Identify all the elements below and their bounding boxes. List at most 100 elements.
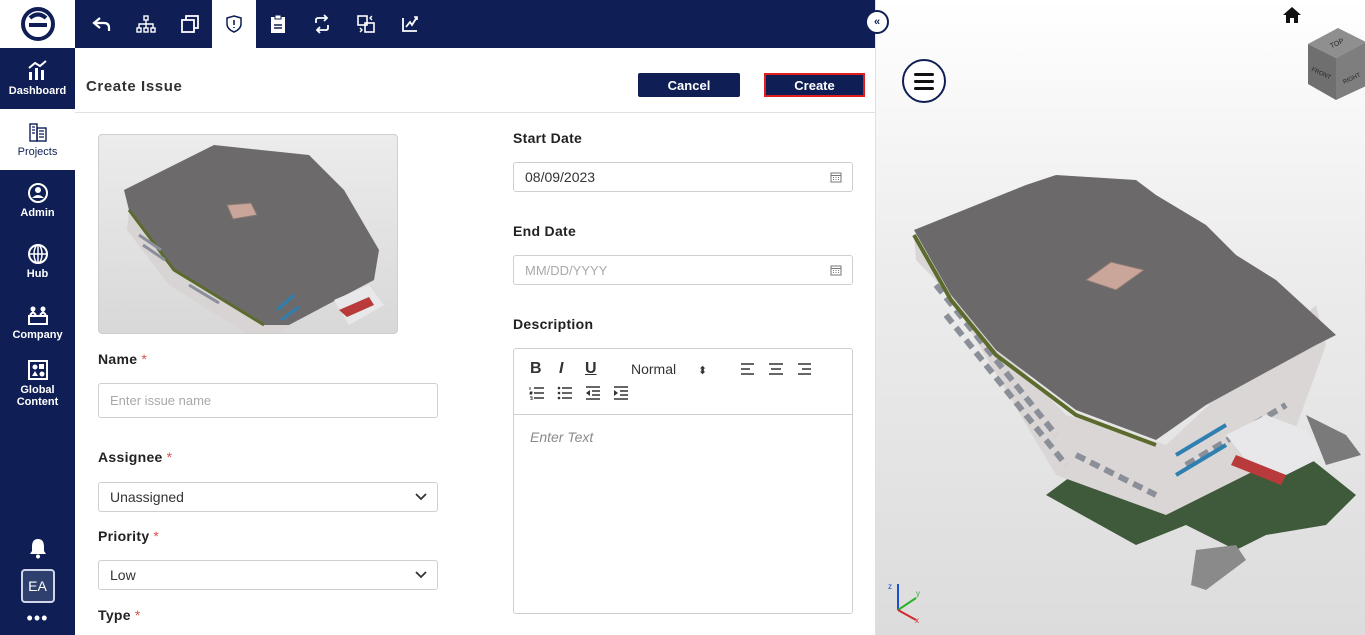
priority-label: Priority * [98,528,159,544]
sidebar-bottom: EA ••• [0,537,75,627]
bell-icon[interactable] [28,537,48,559]
align-center-icon[interactable] [768,362,784,376]
required-mark: * [134,607,141,623]
dashboard-icon [27,60,47,80]
sidebar-item-label: Global Content [16,384,59,408]
axis-y-label: y [916,589,920,598]
back-icon [92,17,111,31]
name-placeholder: Enter issue name [110,393,212,408]
axis-z-label: z [888,582,892,591]
create-button[interactable]: Create [764,73,865,97]
hamburger-line [914,86,934,90]
sidebar-item-label: Projects [17,146,58,158]
copy-button[interactable] [168,0,212,48]
projects-icon [28,123,47,142]
chevron-down-icon [415,571,427,579]
format-select[interactable]: Normal ⬍ [631,361,707,377]
priority-label-text: Priority [98,528,150,544]
start-date-label: Start Date [513,130,583,146]
admin-icon [27,183,48,203]
required-mark: * [153,528,160,544]
sidebar: Dashboard Projects Admin Hub Company Glo… [0,0,75,635]
name-label-text: Name [98,351,138,367]
hierarchy-button[interactable] [124,0,168,48]
e-logo-icon [20,7,55,41]
create-issue-panel: Create Issue Cancel Create Name * Enter i… [75,48,875,635]
bold-button[interactable]: B [530,360,542,378]
back-button[interactable] [80,0,124,48]
sidebar-item-label: Admin [20,207,55,219]
compare-button[interactable] [344,0,388,48]
sidebar-item-admin[interactable]: Admin [0,170,75,231]
global-content-icon [27,360,48,380]
end-date-placeholder: MM/DD/YYYY [525,262,608,278]
description-editor: B I U Normal ⬍ Enter Text [513,348,853,614]
sidebar-item-dashboard[interactable]: Dashboard [0,48,75,109]
assignee-label: Assignee * [98,449,172,465]
markup-icon [402,16,418,32]
assignee-value: Unassigned [110,489,184,505]
hierarchy-icon [136,15,156,33]
description-textarea[interactable]: Enter Text [514,415,852,459]
sidebar-item-label: Hub [26,268,49,280]
avatar[interactable]: EA [20,569,55,603]
hamburger-line [914,72,934,76]
company-icon [27,306,48,325]
indent-icon[interactable] [613,386,629,400]
underline-button[interactable]: U [585,360,597,378]
more-menu-icon[interactable]: ••• [27,609,49,627]
outdent-icon[interactable] [585,386,601,400]
collapse-panel-button[interactable]: « [865,10,889,34]
calendar-icon[interactable] [830,264,842,276]
app-root: Dashboard Projects Admin Hub Company Glo… [0,0,1365,635]
align-right-icon[interactable] [796,362,812,376]
sidebar-item-label: Company [12,329,63,341]
cancel-button[interactable]: Cancel [638,73,740,97]
italic-button[interactable]: I [559,360,563,378]
required-mark: * [166,449,173,465]
assignee-select[interactable]: Unassigned [98,482,438,512]
priority-select[interactable]: Low [98,560,438,590]
start-date-input[interactable]: 08/09/2023 [513,162,853,192]
calendar-icon[interactable] [830,171,842,183]
hub-icon [27,244,48,264]
chevron-down-icon [415,493,427,501]
name-input[interactable]: Enter issue name [98,383,438,418]
description-placeholder: Enter Text [530,429,594,445]
end-date-label: End Date [513,223,577,239]
markup-button[interactable] [388,0,432,48]
top-toolbar [75,0,875,48]
sidebar-item-global-content[interactable]: Global Content [0,353,75,414]
align-left-icon[interactable] [740,362,756,376]
format-value: Normal [631,361,677,377]
sidebar-item-hub[interactable]: Hub [0,231,75,292]
copy-icon [181,15,199,33]
axis-triad: z y x [888,582,920,624]
issue-snapshot-thumbnail [98,134,398,334]
sync-button[interactable] [300,0,344,48]
viewer-menu-button[interactable] [902,59,946,103]
sidebar-item-projects[interactable]: Projects [0,109,75,170]
start-date-value: 08/09/2023 [525,169,596,185]
description-label: Description [513,316,594,332]
view-cube[interactable]: TOP FRONT RIGHT [1306,28,1365,100]
panel-header: Create Issue Cancel Create [75,48,875,113]
rfi-button[interactable] [256,0,300,48]
type-label-text: Type [98,607,131,623]
end-date-input[interactable]: MM/DD/YYYY [513,255,853,285]
bullet-list-icon[interactable] [557,386,573,400]
building-model-render [912,175,1361,590]
sync-icon [315,14,329,34]
type-label: Type * [98,607,141,623]
rfi-icon [271,14,285,33]
ordered-list-icon[interactable] [529,386,545,400]
page-title: Create Issue [86,78,183,95]
home-icon[interactable] [1282,6,1302,24]
issue-button[interactable] [212,0,256,48]
model-viewer[interactable]: TOP FRONT RIGHT z y x [875,0,1365,635]
sidebar-item-company[interactable]: Company [0,292,75,353]
axis-x-label: x [915,616,919,624]
logo[interactable] [0,0,75,48]
editor-toolbar: B I U Normal ⬍ [514,349,852,415]
priority-value: Low [110,567,136,583]
